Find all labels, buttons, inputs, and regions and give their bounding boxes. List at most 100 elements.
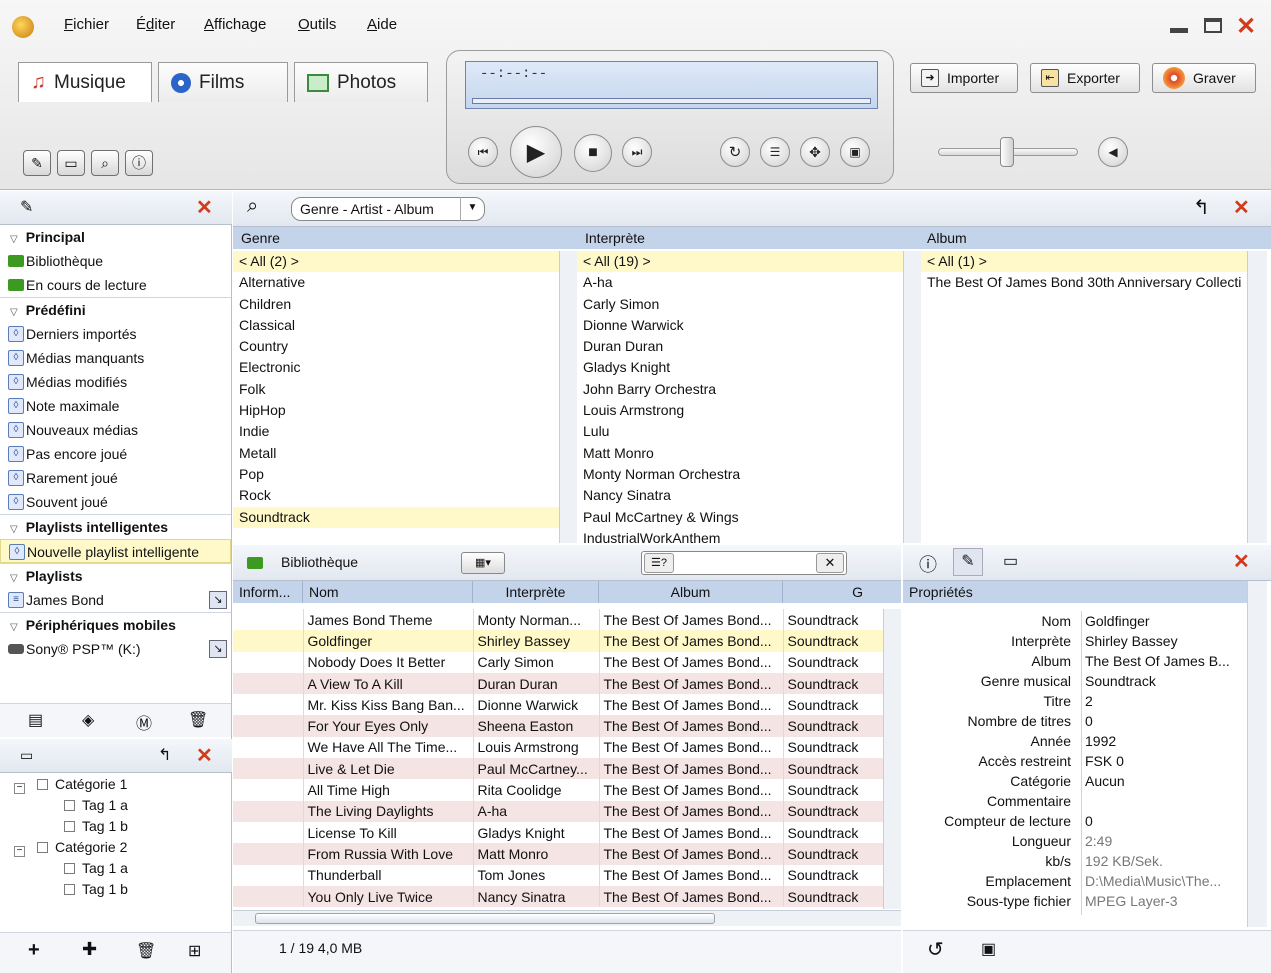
menu-aide[interactable]: Aide	[367, 16, 397, 33]
tracks-scrollbar[interactable]	[883, 609, 901, 909]
new-playlist-icon[interactable]: ▤	[28, 710, 43, 730]
close-sidebar-button[interactable]: ✕	[196, 195, 213, 220]
table-row[interactable]: For Your Eyes Only Sheena Easton The Best …	[233, 715, 883, 737]
undo-icon[interactable]: ↰	[1193, 195, 1210, 220]
genre-list-item[interactable]: Metall	[233, 443, 559, 464]
col-info-header[interactable]: Inform...	[233, 581, 303, 603]
artist-list-item[interactable]: IndustrialWorkAnthem	[577, 528, 903, 543]
clear-filter-button[interactable]: ✕	[816, 553, 844, 573]
sidebar-item[interactable]: ◊ Note maximale	[0, 394, 231, 418]
property-row[interactable]: Compteur de lecture 0	[903, 811, 1247, 831]
artist-list-item[interactable]: Duran Duran	[577, 336, 903, 357]
table-row[interactable]: James Bond Theme Monty Norman... The Best …	[233, 609, 883, 631]
table-row[interactable]: We Have All The Time... Louis Armstrong Th…	[233, 736, 883, 759]
filter-input[interactable]: ☰? ✕	[641, 551, 847, 575]
tag-checkbox[interactable]	[64, 821, 75, 832]
mute-button[interactable]: ◀	[1098, 137, 1128, 167]
tag-options-icon[interactable]: ⊞	[188, 941, 201, 961]
sidebar-item[interactable]: ◊ Nouveaux médias	[0, 418, 231, 442]
sidebar-section-smart[interactable]: ▽ Playlists intelligentes	[0, 515, 231, 539]
genre-list-item[interactable]: Folk	[233, 379, 559, 400]
new-media-playlist-icon[interactable]: Ⓜ	[136, 710, 152, 734]
close-properties-button[interactable]: ✕	[1233, 549, 1250, 574]
artist-list-item[interactable]: Paul McCartney & Wings	[577, 507, 903, 528]
sync-arrow-icon[interactable]: ↘	[209, 591, 227, 609]
table-row[interactable]: Nobody Does It Better Carly Simon The Best…	[233, 651, 883, 673]
undo-icon[interactable]: ↰	[158, 745, 171, 765]
menu-affichage[interactable]: Affichage	[204, 16, 266, 33]
minimize-button[interactable]	[1170, 28, 1188, 33]
property-row[interactable]: Accès restreint FSK 0	[903, 751, 1247, 771]
tag-category[interactable]: − Catégorie 1	[0, 774, 231, 795]
tab-musique[interactable]: ♫ Musique	[18, 62, 152, 102]
tag-checkbox[interactable]	[37, 779, 48, 790]
genre-column-header[interactable]: Genre	[233, 227, 577, 249]
playlist-button[interactable]: ☰	[760, 137, 790, 167]
property-row[interactable]: Genre musical Soundtrack	[903, 671, 1247, 691]
artist-scrollbar[interactable]	[903, 251, 921, 543]
tab-photos[interactable]: Photos	[294, 62, 428, 102]
genre-list-item[interactable]: Electronic	[233, 357, 559, 378]
sidebar-item[interactable]: ◊ Souvent joué	[0, 490, 231, 514]
property-row[interactable]: Année 1992	[903, 731, 1247, 751]
info-tool-button[interactable]: ⓘ	[125, 150, 153, 176]
table-row[interactable]: Mr. Kiss Kiss Bang Ban... Dionne Warwick T…	[233, 694, 883, 716]
table-row[interactable]: From Russia With Love Matt Monro The Best …	[233, 843, 883, 865]
album-list-item[interactable]: The Best Of James Bond 30th Anniversary …	[921, 272, 1247, 293]
new-smart-playlist-icon[interactable]: ◈	[82, 710, 94, 730]
artist-list-item[interactable]: Carly Simon	[577, 294, 903, 315]
artist-list-item[interactable]: Nancy Sinatra	[577, 485, 903, 506]
tag-tool-button[interactable]: ▭	[57, 150, 85, 176]
stop-button[interactable]: ■	[574, 134, 612, 172]
close-browser-button[interactable]: ✕	[1233, 195, 1250, 220]
col-artist-header[interactable]: Interprète	[473, 581, 599, 603]
col-name-header[interactable]: Nom	[303, 581, 473, 603]
album-list-item[interactable]: < All (1) >	[921, 251, 1247, 273]
property-row[interactable]: Commentaire	[903, 791, 1247, 811]
export-button[interactable]: ⇤ Exporter	[1030, 63, 1140, 93]
property-row[interactable]: kb/s 192 KB/Sek.	[903, 851, 1247, 871]
artist-list-item[interactable]: A-ha	[577, 272, 903, 293]
table-row[interactable]: Thunderball Tom Jones The Best Of James Bo…	[233, 864, 883, 886]
fullscreen-button[interactable]: ▣	[840, 137, 870, 167]
table-row[interactable]: Live & Let Die Paul McCartney... The Best …	[233, 758, 883, 780]
delete-playlist-icon[interactable]: 🗑	[188, 710, 208, 730]
col-album-header[interactable]: Album	[599, 581, 783, 603]
property-row[interactable]: Album The Best Of James B...	[903, 651, 1247, 671]
property-row[interactable]: Catégorie Aucun	[903, 771, 1247, 791]
menu-outils[interactable]: Outils	[298, 16, 336, 33]
sidebar-item[interactable]: ◊ Médias manquants	[0, 346, 231, 370]
genre-list-item[interactable]: Rock	[233, 485, 559, 506]
genre-list-item[interactable]: Country	[233, 336, 559, 357]
sidebar-section-principal[interactable]: ▽ Principal	[0, 225, 231, 249]
delete-tag-icon[interactable]: 🗑	[136, 941, 156, 961]
sidebar-item[interactable]: En cours de lecture	[0, 273, 231, 297]
property-row[interactable]: Emplacement D:\Media\Music\The...	[903, 871, 1247, 891]
next-button[interactable]: ⏭	[622, 137, 652, 167]
sidebar-item[interactable]: ≡ James Bond ↘	[0, 588, 231, 612]
artist-list-item[interactable]: Monty Norman Orchestra	[577, 464, 903, 485]
tag-checkbox[interactable]	[64, 800, 75, 811]
search-tool-button[interactable]: ⌕	[91, 150, 119, 176]
property-row[interactable]: Nom Goldfinger	[903, 611, 1247, 631]
burn-button[interactable]: Graver	[1152, 63, 1256, 93]
artist-list-item[interactable]: John Barry Orchestra	[577, 379, 903, 400]
genre-list-item[interactable]: Classical	[233, 315, 559, 336]
add-category-icon[interactable]: +	[28, 939, 40, 962]
col-genre-header[interactable]: G	[783, 581, 883, 603]
genre-list-item[interactable]: HipHop	[233, 400, 559, 421]
tag-checkbox[interactable]	[37, 842, 48, 853]
add-tag-icon[interactable]: ✚	[82, 939, 97, 960]
maximize-button[interactable]	[1204, 18, 1222, 33]
close-window-button[interactable]: ✕	[1236, 12, 1256, 41]
refresh-icon[interactable]: ↺	[927, 937, 944, 962]
album-column-header[interactable]: Album	[921, 227, 1271, 249]
tab-films[interactable]: Films	[158, 62, 288, 102]
genre-list-item[interactable]: < All (2) >	[233, 251, 559, 273]
artist-list-item[interactable]: Dionne Warwick	[577, 315, 903, 336]
table-row[interactable]: All Time High Rita Coolidge The Best Of Ja…	[233, 779, 883, 801]
album-scrollbar[interactable]	[1247, 251, 1267, 543]
table-row[interactable]: A View To A Kill Duran Duran The Best Of J…	[233, 672, 883, 695]
genre-list-item[interactable]: Alternative	[233, 272, 559, 293]
sidebar-item[interactable]: ◊ Pas encore joué	[0, 442, 231, 466]
